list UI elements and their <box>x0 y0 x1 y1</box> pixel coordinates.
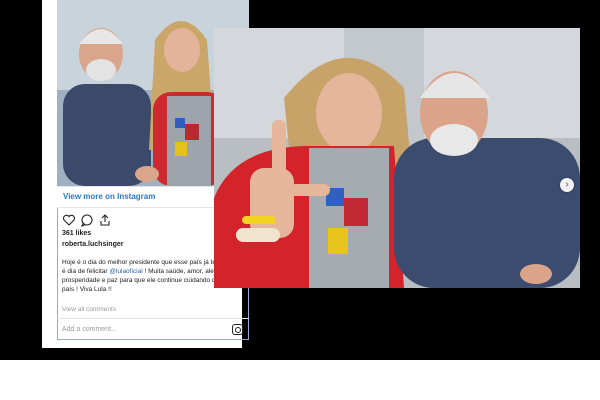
chevron-right-icon[interactable]: › <box>560 178 574 192</box>
instagram-logo-icon[interactable] <box>232 324 243 335</box>
view-more-label: View more on Instagram <box>63 192 156 201</box>
view-all-comments-link[interactable]: View all comments <box>62 306 116 313</box>
likes-count: 361 likes <box>62 230 92 237</box>
caption-mention[interactable]: @lulaoficial <box>109 268 142 275</box>
bottom-margin <box>0 360 600 400</box>
instagram-embed: View more on Instagram 361 likes roberta… <box>42 0 249 348</box>
comment-bar: Add a comment... <box>57 318 249 340</box>
comment-icon[interactable] <box>80 213 94 228</box>
comment-input[interactable]: Add a comment... <box>62 326 117 333</box>
post-username[interactable]: roberta.luchsinger <box>62 241 123 248</box>
large-photo <box>214 28 580 288</box>
share-icon[interactable] <box>98 213 112 227</box>
large-photo-illustration <box>214 28 580 288</box>
heart-icon[interactable] <box>62 213 76 227</box>
